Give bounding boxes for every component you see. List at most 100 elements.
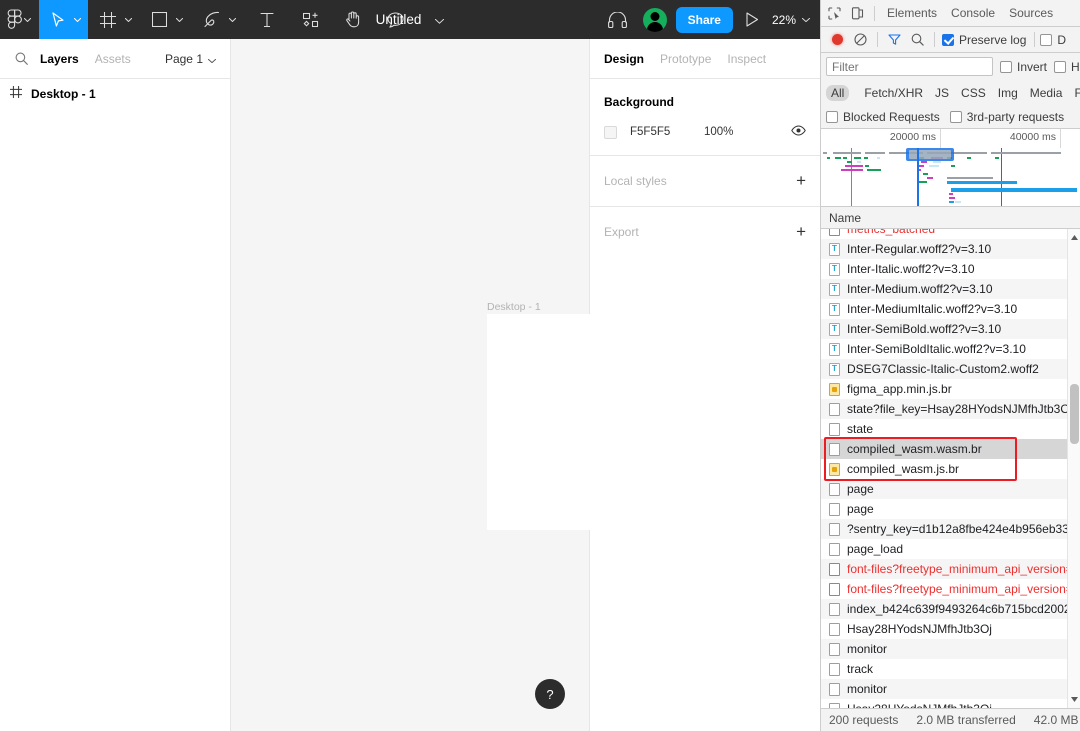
table-row[interactable]: DSEG7Classic-Italic-Custom2.woff2 (821, 359, 1067, 379)
filter-input[interactable] (826, 57, 993, 76)
layer-item-desktop-1[interactable]: Desktop - 1 (0, 79, 230, 109)
scrollbar-thumb[interactable] (1070, 384, 1079, 444)
table-row[interactable]: metrics_batched (821, 229, 1067, 239)
type-filter-img[interactable]: Img (993, 85, 1023, 101)
type-filter-js[interactable]: JS (930, 85, 954, 101)
frame-desktop-1[interactable] (487, 314, 791, 530)
opacity-value[interactable]: 100% (704, 126, 733, 138)
zoom-level-label[interactable]: 22% (772, 13, 796, 27)
request-list-scrollbar[interactable] (1067, 229, 1080, 708)
tab-sources[interactable]: Sources (1002, 0, 1060, 26)
hide-data-urls-checkbox[interactable]: Hi (1054, 60, 1080, 74)
table-row[interactable]: font-files?freetype_minimum_api_version=… (821, 579, 1067, 599)
table-row[interactable]: compiled_wasm.js.br (821, 459, 1067, 479)
third-party-requests-checkbox[interactable]: 3rd-party requests (949, 110, 1064, 124)
table-row[interactable]: page (821, 479, 1067, 499)
table-row[interactable]: index_b424c639f9493264c6b715bcd20020b (821, 599, 1067, 619)
table-row[interactable]: monitor (821, 679, 1067, 699)
figma-canvas[interactable]: Desktop - 1 ? (231, 39, 791, 731)
blocked-requests-checkbox[interactable]: Blocked Requests (826, 110, 940, 124)
comment-tool[interactable] (374, 0, 417, 39)
overview-selection-window[interactable] (906, 148, 954, 161)
tab-console[interactable]: Console (944, 0, 1002, 26)
color-swatch[interactable] (604, 125, 617, 139)
tab-design[interactable]: Design (604, 52, 644, 66)
table-row[interactable]: state (821, 419, 1067, 439)
text-tool[interactable] (244, 0, 290, 39)
play-icon[interactable] (739, 0, 766, 39)
filter-funnel-icon[interactable] (883, 27, 906, 53)
table-row[interactable]: Inter-SemiBold.woff2?v=3.10 (821, 319, 1067, 339)
disable-cache-checkbox[interactable]: D (1040, 33, 1066, 47)
table-row[interactable]: Inter-SemiBoldItalic.woff2?v=3.10 (821, 339, 1067, 359)
tab-assets[interactable]: Assets (87, 52, 139, 66)
network-overview-timeline[interactable]: 20000 ms 40000 ms (821, 129, 1080, 207)
record-stop-icon[interactable] (826, 27, 849, 53)
table-row[interactable]: figma_app.min.js.br (821, 379, 1067, 399)
chevron-down-icon[interactable] (73, 0, 82, 39)
color-hex-value[interactable]: F5F5F5 (630, 126, 704, 138)
device-toolbar-icon[interactable] (846, 0, 869, 26)
hand-tool[interactable] (332, 0, 374, 39)
table-row[interactable]: Inter-MediumItalic.woff2?v=3.10 (821, 299, 1067, 319)
share-button[interactable]: Share (675, 6, 733, 33)
chevron-down-icon[interactable] (124, 0, 133, 39)
inspect-element-icon[interactable] (823, 0, 846, 26)
shape-tool[interactable] (140, 0, 191, 39)
request-name: font-files?freetype_minimum_api_version=… (847, 562, 1067, 576)
type-filter-all[interactable]: All (826, 84, 850, 101)
table-row[interactable]: Hsay28HYodsNJMfhJtb3Oj (821, 619, 1067, 639)
table-row[interactable]: Inter-Italic.woff2?v=3.10 (821, 259, 1067, 279)
headphones-icon[interactable] (599, 0, 636, 39)
table-row[interactable]: page (821, 499, 1067, 519)
table-row[interactable]: page_load (821, 539, 1067, 559)
tab-inspect[interactable]: Inspect (727, 52, 766, 66)
tab-elements[interactable]: Elements (880, 0, 944, 26)
table-row[interactable]: track (821, 659, 1067, 679)
help-button[interactable]: ? (535, 679, 565, 709)
pen-tool[interactable] (191, 0, 244, 39)
figma-toolbar-right: Share 22% (599, 0, 820, 39)
invert-checkbox[interactable]: Invert (1000, 60, 1047, 74)
table-row[interactable]: state?file_key=Hsay28HYodsNJMfhJtb3Oj (821, 399, 1067, 419)
type-filter-media[interactable]: Media (1025, 85, 1068, 101)
move-tool[interactable] (39, 0, 88, 39)
table-row[interactable]: ?sentry_key=d1b12a8fbe424e4b956eb33cac (821, 519, 1067, 539)
type-filter-fetch-xhr[interactable]: Fetch/XHR (859, 85, 928, 101)
frame-tool[interactable] (88, 0, 140, 39)
type-filter-font[interactable]: Font (1069, 85, 1080, 101)
js-file-icon (829, 382, 840, 396)
chevron-down-icon[interactable] (228, 0, 237, 39)
type-filter-css[interactable]: CSS (956, 85, 991, 101)
scroll-down-arrow[interactable] (1068, 693, 1080, 706)
user-avatar[interactable] (642, 7, 667, 32)
table-row[interactable]: Hsay28HYodsNJMfhJtb3Oj (821, 699, 1067, 708)
search-icon[interactable] (906, 27, 929, 53)
chevron-down-icon[interactable] (175, 0, 184, 39)
page-selector[interactable]: Page 1 (165, 52, 220, 66)
search-icon[interactable] (10, 52, 32, 65)
request-list[interactable]: metrics_batched Inter-Regular.woff2?v=3.1… (821, 229, 1080, 708)
tab-layers[interactable]: Layers (32, 52, 87, 66)
frame-label[interactable]: Desktop - 1 (487, 301, 541, 313)
plus-icon[interactable]: + (796, 172, 806, 189)
figma-logo-icon[interactable] (0, 0, 39, 39)
blocked-requests-label: Blocked Requests (843, 109, 940, 124)
table-row[interactable]: monitor (821, 639, 1067, 659)
preserve-log-checkbox[interactable]: Preserve log (942, 33, 1026, 47)
chevron-down-icon[interactable] (23, 0, 32, 39)
plus-icon[interactable]: + (796, 223, 806, 240)
scroll-up-arrow[interactable] (1068, 231, 1080, 244)
tab-prototype[interactable]: Prototype (660, 52, 711, 66)
table-row[interactable]: Inter-Medium.woff2?v=3.10 (821, 279, 1067, 299)
clear-icon[interactable] (849, 27, 872, 53)
chevron-down-icon[interactable] (801, 0, 810, 39)
request-name: page_load (847, 542, 904, 556)
components-icon[interactable] (290, 0, 332, 39)
table-row[interactable]: Inter-Regular.woff2?v=3.10 (821, 239, 1067, 259)
table-row[interactable]: font-files?freetype_minimum_api_version=… (821, 559, 1067, 579)
eye-icon[interactable] (791, 123, 806, 141)
table-row[interactable]: compiled_wasm.wasm.br (821, 439, 1067, 459)
column-header-name[interactable]: Name (821, 207, 1080, 229)
chevron-down-icon[interactable] (435, 11, 445, 29)
